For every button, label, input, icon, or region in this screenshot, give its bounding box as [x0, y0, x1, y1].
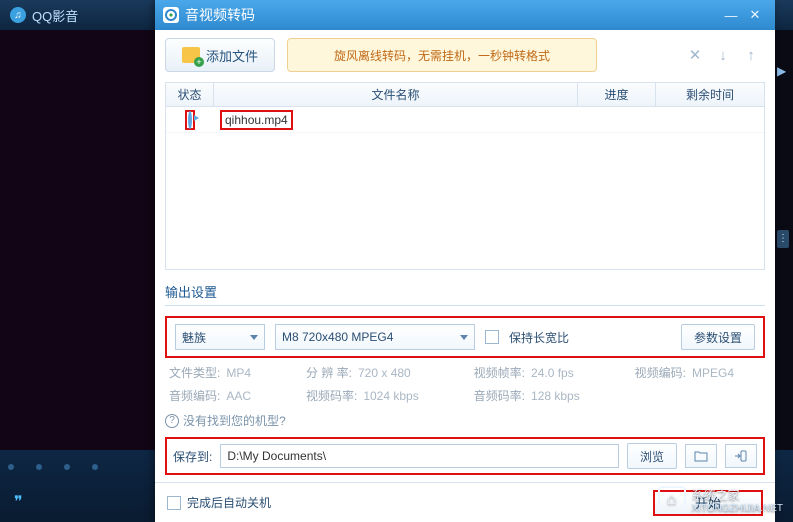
chevron-down-icon [460, 335, 468, 340]
sidebar-scroll-thumb[interactable]: ⋮ [777, 230, 789, 248]
watermark-name: 系统之家 [692, 488, 740, 502]
keep-aspect-label: 保持长宽比 [509, 329, 569, 346]
keep-aspect-checkbox[interactable] [485, 330, 499, 344]
table-row[interactable]: qihhou.mp4 [166, 107, 764, 133]
close-button[interactable]: ✕ [743, 6, 767, 24]
seek-markers [8, 464, 98, 470]
status-ready-icon [188, 111, 192, 129]
move-down-icon[interactable]: ↓ [715, 47, 731, 63]
cell-filename: qihhou.mp4 [225, 113, 288, 127]
remove-icon[interactable]: ✕ [687, 47, 703, 63]
toolbar: 添加文件 旋风离线转码，无需挂机，一秒钟转格式 ✕ ↓ ↑ [165, 38, 765, 72]
video-area [0, 30, 155, 450]
send-to-device-button[interactable] [725, 444, 757, 468]
add-file-label: 添加文件 [206, 46, 258, 65]
minimize-button[interactable]: — [719, 6, 743, 24]
dialog-titlebar: 音视频转码 — ✕ [155, 0, 775, 30]
output-row-highlight: 魅族 M8 720x480 MPEG4 保持长宽比 参数设置 [165, 316, 765, 358]
brand-value: 魅族 [182, 329, 206, 346]
output-specs: 文件类型:MP4 分 辨 率:720 x 480 视频帧率:24.0 fps 视… [165, 364, 765, 404]
app-logo-icon: ♫ [10, 7, 26, 23]
open-folder-button[interactable] [685, 444, 717, 468]
player-settings-icon[interactable]: ❞ [14, 492, 34, 512]
shutdown-checkbox[interactable] [167, 496, 181, 510]
shutdown-label: 完成后自动关机 [187, 494, 271, 511]
watermark-icon: ⌂ [658, 486, 686, 514]
col-filename[interactable]: 文件名称 [214, 83, 578, 106]
col-remaining[interactable]: 剩余时间 [656, 83, 764, 106]
device-icon [734, 450, 748, 462]
param-settings-button[interactable]: 参数设置 [681, 324, 755, 350]
watermark-url: XITONGZHIJIA.NET [692, 503, 784, 514]
chevron-down-icon [250, 335, 258, 340]
file-table: 状态 文件名称 进度 剩余时间 qihhou.mp4 [165, 82, 765, 270]
help-text: 没有找到您的机型? [183, 412, 286, 429]
sidebar-expand-icon[interactable]: ▶ [777, 64, 789, 76]
brand-select[interactable]: 魅族 [175, 324, 265, 350]
col-progress[interactable]: 进度 [578, 83, 656, 106]
col-status[interactable]: 状态 [166, 83, 214, 106]
promo-text: 旋风离线转码，无需挂机，一秒钟转格式 [334, 47, 550, 64]
dialog-icon [163, 7, 179, 23]
app-title: QQ影音 [32, 6, 78, 25]
folder-add-icon [182, 47, 200, 63]
help-icon: ? [165, 414, 179, 428]
dialog-title: 音视频转码 [185, 5, 255, 25]
save-path-input[interactable] [220, 444, 619, 468]
transcode-dialog: 音视频转码 — ✕ 添加文件 旋风离线转码，无需挂机，一秒钟转格式 ✕ ↓ ↑ [155, 0, 775, 522]
promo-banner[interactable]: 旋风离线转码，无需挂机，一秒钟转格式 [287, 38, 597, 72]
move-up-icon[interactable]: ↑ [743, 47, 759, 63]
model-select[interactable]: M8 720x480 MPEG4 [275, 324, 475, 350]
watermark: ⌂ 系统之家 XITONGZHIJIA.NET [658, 486, 784, 514]
browse-button[interactable]: 浏览 [627, 443, 677, 469]
folder-icon [694, 450, 708, 462]
save-label: 保存到: [173, 448, 212, 465]
model-value: M8 720x480 MPEG4 [282, 330, 393, 344]
save-row-highlight: 保存到: 浏览 [165, 437, 765, 475]
help-row[interactable]: ? 没有找到您的机型? [165, 412, 765, 429]
output-section-title: 输出设置 [165, 282, 765, 306]
add-file-button[interactable]: 添加文件 [165, 38, 275, 72]
